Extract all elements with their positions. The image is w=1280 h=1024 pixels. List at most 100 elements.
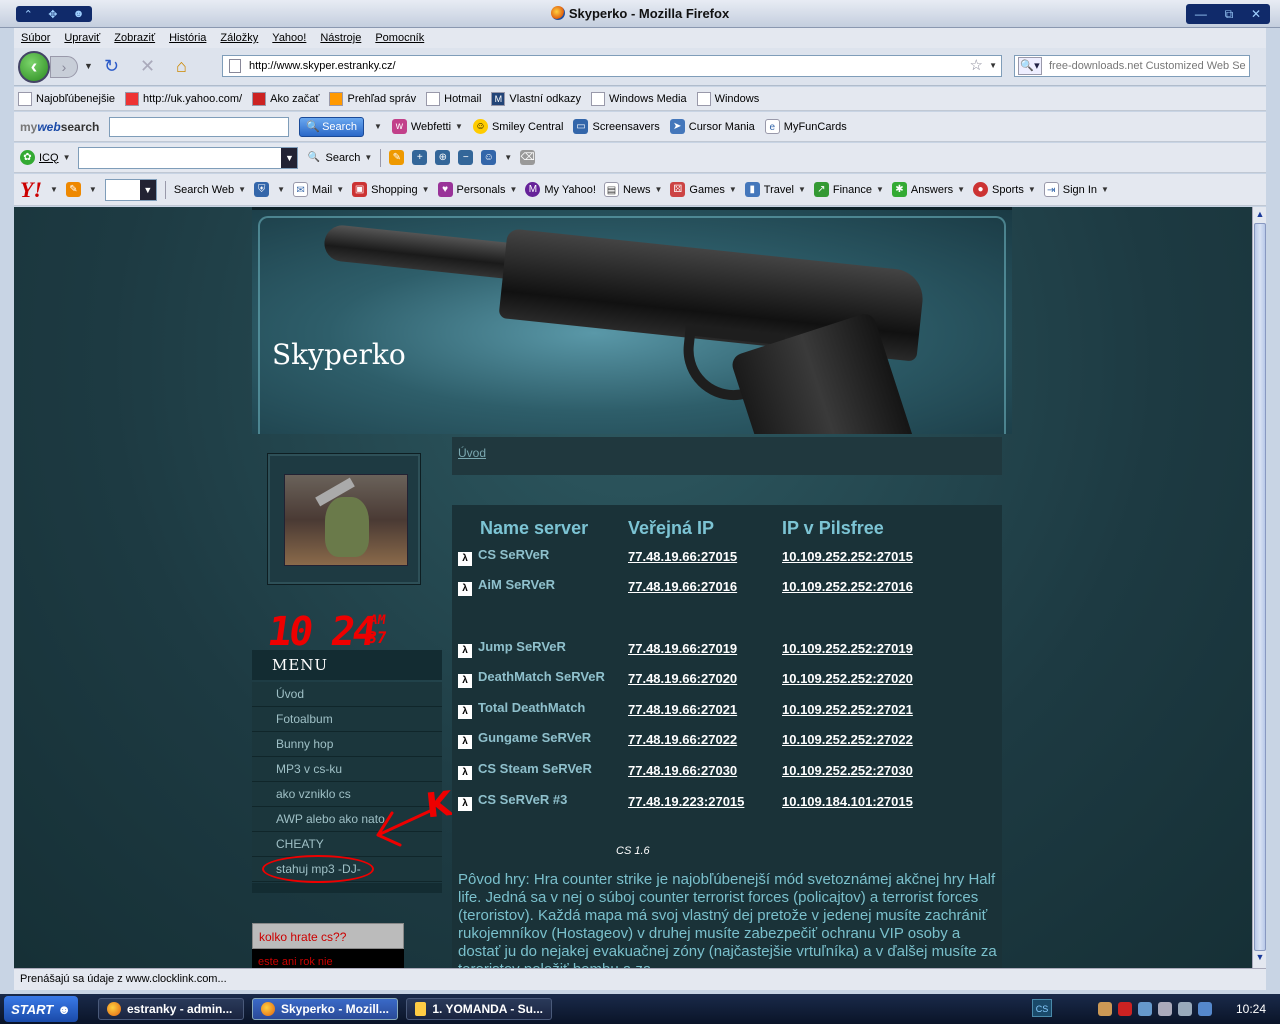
bookmark-star-icon[interactable]: ☆	[970, 56, 983, 76]
taskbar-item-yomanda[interactable]: 1. YOMANDA - Su...	[406, 998, 552, 1020]
scrollbar-thumb[interactable]	[1254, 223, 1266, 951]
bookmark-getting-started[interactable]: Ako začať	[252, 91, 319, 106]
public-ip-link[interactable]: 77.48.19.66:27020	[628, 663, 782, 694]
vertical-scrollbar[interactable]: ▲ ▼	[1252, 207, 1266, 968]
eraser-icon[interactable]: ⌫	[520, 150, 536, 165]
bookmark-custom-links[interactable]: M Vlastní odkazy	[491, 91, 581, 106]
bluetooth-icon[interactable]	[1198, 1002, 1212, 1016]
yahoo-sports-button[interactable]: ● Sports ▼	[973, 182, 1036, 197]
url-dropdown-icon[interactable]: ▼	[989, 56, 997, 76]
yahoo-sign-in-button[interactable]: ⇥ Sign In ▼	[1043, 182, 1109, 197]
pilsfree-ip-link[interactable]: 10.109.252.252:27021	[782, 694, 913, 725]
stop-icon[interactable]: ✕	[140, 56, 155, 76]
poll-answer[interactable]: este ani rok nie	[252, 949, 404, 968]
yahoo-finance-button[interactable]: ↗ Finance ▼	[813, 182, 884, 197]
public-ip-link[interactable]: 77.48.19.66:27021	[628, 694, 782, 725]
icq-search-select[interactable]	[78, 146, 299, 169]
menu-edit[interactable]: Upraviť	[64, 32, 100, 44]
zoom-in-icon[interactable]: +	[412, 150, 428, 165]
menu-item-uvod[interactable]: Úvod	[252, 682, 442, 707]
minimize-button[interactable]: —	[1195, 7, 1207, 21]
menu-view[interactable]: Zobraziť	[114, 32, 155, 44]
menu-bookmarks[interactable]: Záložky	[220, 32, 258, 44]
notes-icon[interactable]: ✎	[389, 150, 405, 165]
menu-tools[interactable]: Nástroje	[320, 32, 361, 44]
back-button[interactable]: ‹	[18, 51, 50, 83]
yahoo-personals-button[interactable]: ♥ Personals ▼	[437, 182, 517, 197]
bookmark-most-visited[interactable]: Najobľúbenejšie	[18, 91, 115, 106]
yahoo-news-button[interactable]: ▤ News ▼	[603, 182, 662, 197]
menu-item-fotoalbum[interactable]: Fotoalbum	[252, 707, 442, 732]
pilsfree-ip-link[interactable]: 10.109.184.101:27015	[782, 786, 913, 817]
pencil-icon[interactable]: ✎	[65, 182, 81, 197]
public-ip-link[interactable]: 77.48.19.66:27015	[628, 541, 782, 572]
volume-icon[interactable]	[1158, 1002, 1172, 1016]
cs-tray-icon[interactable]: CS	[1032, 999, 1052, 1017]
menu-help[interactable]: Pomocník	[375, 32, 424, 44]
clock-widget[interactable]: 10 24 AM 37	[265, 609, 388, 655]
network-icon[interactable]	[1138, 1002, 1152, 1016]
scroll-up-icon[interactable]: ▲	[1254, 209, 1266, 223]
mywebsearch-search-button[interactable]: 🔍 Search	[299, 116, 364, 137]
yahoo-search-web-button[interactable]: Search Web ▼	[174, 184, 246, 196]
zoom-reset-icon[interactable]: ⊕	[435, 150, 451, 165]
taskbar-item-estranky[interactable]: estranky - admin...	[98, 998, 244, 1020]
start-button[interactable]: START ☻	[4, 996, 78, 1022]
myfuncards-button[interactable]: e MyFunCards	[764, 119, 847, 134]
search-options-dropdown-icon[interactable]: ▼	[374, 122, 382, 131]
menu-item-mp3-v-cs[interactable]: MP3 v cs-ku	[252, 757, 442, 782]
bookmark-hotmail[interactable]: Hotmail	[426, 91, 481, 106]
tray-app-icon[interactable]	[1098, 1002, 1112, 1016]
zoom-out-icon[interactable]: −	[458, 150, 474, 165]
yahoo-mail-button[interactable]: ✉ Mail ▼	[293, 182, 344, 197]
user-icon[interactable]: ☺	[481, 150, 497, 165]
yahoo-logo[interactable]: Y!	[20, 177, 42, 203]
bookmark-windows-media[interactable]: Windows Media	[590, 91, 687, 106]
pilsfree-ip-link[interactable]: 10.109.252.252:27030	[782, 755, 913, 786]
smiley-central-button[interactable]: ☺ Smiley Central	[472, 119, 563, 134]
public-ip-link[interactable]: 77.48.19.223:27015	[628, 786, 782, 817]
menu-item-bunny-hop[interactable]: Bunny hop	[252, 732, 442, 757]
yahoo-shopping-button[interactable]: ▣ Shopping ▼	[352, 182, 430, 197]
pilsfree-ip-link[interactable]: 10.109.252.252:27022	[782, 725, 913, 756]
forward-button[interactable]: ›	[50, 56, 78, 78]
yahoo-travel-button[interactable]: ▮ Travel ▼	[744, 182, 806, 197]
reload-icon[interactable]: ↻	[104, 56, 119, 76]
safely-remove-icon[interactable]	[1178, 1002, 1192, 1016]
public-ip-link[interactable]: 77.48.19.66:27016	[628, 572, 782, 603]
close-button[interactable]: ✕	[1251, 7, 1261, 21]
menu-yahoo[interactable]: Yahoo!	[272, 32, 306, 44]
breadcrumb-uvod[interactable]: Úvod	[458, 446, 486, 460]
pilsfree-ip-link[interactable]: 10.109.252.252:27015	[782, 541, 913, 572]
webfetti-button[interactable]: w Webfetti ▼	[391, 119, 463, 134]
icq-search-button[interactable]: 🔍 Search ▼	[306, 150, 373, 165]
maximize-button[interactable]: ⧉	[1225, 7, 1234, 22]
screensavers-button[interactable]: ▭ Screensavers	[573, 119, 660, 134]
cursor-mania-button[interactable]: ➤ Cursor Mania	[669, 119, 755, 134]
pilsfree-ip-link[interactable]: 10.109.252.252:27016	[782, 572, 913, 603]
url-bar[interactable]: http://www.skyper.estranky.cz/ ☆ ▼	[222, 55, 1002, 77]
public-ip-link[interactable]: 77.48.19.66:27022	[628, 725, 782, 756]
bookmark-news[interactable]: Prehľad správ	[329, 91, 416, 106]
pilsfree-ip-link[interactable]: 10.109.252.252:27020	[782, 663, 913, 694]
pilsfree-ip-link[interactable]: 10.109.252.252:27019	[782, 633, 913, 664]
taskbar-item-skyperko[interactable]: Skyperko - Mozill...	[252, 998, 398, 1020]
web-search-box[interactable]: 🔍▾ free-downloads.net Customized Web Se	[1014, 55, 1250, 77]
public-ip-link[interactable]: 77.48.19.66:27019	[628, 633, 782, 664]
yahoo-games-button[interactable]: ⚄ Games ▼	[670, 182, 737, 197]
search-engine-icon[interactable]: 🔍▾	[1018, 57, 1042, 75]
bookmark-windows[interactable]: Windows	[696, 91, 759, 106]
yahoo-answers-button[interactable]: ✱ Answers ▼	[891, 182, 965, 197]
ati-icon[interactable]	[1118, 1002, 1132, 1016]
bookmark-uk-yahoo[interactable]: http://uk.yahoo.com/	[125, 91, 242, 106]
scroll-down-icon[interactable]: ▼	[1254, 952, 1266, 966]
shield-icon[interactable]: ⛨	[254, 182, 270, 197]
icq-button[interactable]: ✿ ICQ ▼	[20, 150, 70, 165]
yahoo-search-select[interactable]	[104, 178, 157, 201]
taskbar-clock[interactable]: 10:24	[1236, 1002, 1266, 1016]
history-dropdown-icon[interactable]: ▼	[84, 56, 93, 76]
menu-file[interactable]: Súbor	[21, 32, 50, 44]
home-icon[interactable]: ⌂	[176, 56, 187, 76]
menu-history[interactable]: História	[169, 32, 206, 44]
mywebsearch-input[interactable]	[109, 116, 290, 137]
